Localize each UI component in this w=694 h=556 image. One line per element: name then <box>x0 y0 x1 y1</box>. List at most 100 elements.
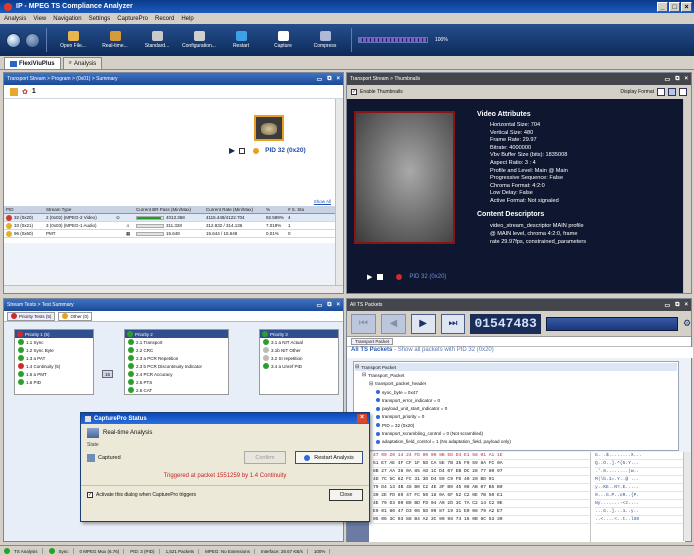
video-thumbnail[interactable] <box>254 115 284 141</box>
hex-ascii[interactable]: ...G..]...1..y.. <box>595 508 685 516</box>
play-icon[interactable]: ▶ <box>229 146 235 155</box>
tree-node[interactable]: PID = 32 (0x20) <box>355 421 677 429</box>
column-header[interactable]: PID <box>4 207 44 212</box>
format-medium-icon[interactable] <box>668 88 676 96</box>
next-packet-button[interactable]: ▶ <box>410 313 436 334</box>
frame-icon[interactable] <box>239 147 246 154</box>
hex-bytes[interactable]: E9 01 80 47 D3 06 5D 09 87 19 31 E0 08 7… <box>373 508 590 516</box>
format-small-icon[interactable] <box>657 88 665 96</box>
restart-button[interactable]: Restart <box>221 31 261 49</box>
test-item[interactable]: 2.3 a PCR Repetition <box>125 354 228 362</box>
hex-bytes[interactable]: 79 D4 13 4B 45 B0 C2 4E 3F B0 45 06 AB 0… <box>373 484 590 492</box>
test-item[interactable]: 1.3 a PAT <box>15 354 93 362</box>
expand-icon[interactable]: ⊟ <box>355 364 359 370</box>
test-item[interactable]: 2.6 CAT <box>125 386 228 394</box>
link-badge[interactable]: 15 <box>102 370 114 378</box>
show-all-link[interactable]: Show All <box>314 199 331 204</box>
open-file-button[interactable]: Open File... <box>53 31 93 49</box>
previous-packet-button[interactable]: ◀ <box>380 313 406 334</box>
undock-icon[interactable]: ⧉ <box>675 302 679 309</box>
test-item[interactable]: 2.5 PTS <box>125 378 228 386</box>
activate-checkbox[interactable]: ✓ <box>87 492 93 498</box>
compress-button[interactable]: Compress <box>305 31 345 49</box>
hex-bytes[interactable]: 8B 27 AA 36 0A 85 AD 1C D4 07 EB DC 28 7… <box>373 468 590 476</box>
thumbnail-frame[interactable] <box>354 111 455 244</box>
hex-bytes[interactable]: 4D 7C 5C 62 FC 31 3D D4 59 C9 FD 40 20 B… <box>373 476 590 484</box>
column-header[interactable]: Stream Type <box>44 207 114 212</box>
restore-icon[interactable]: ▭ <box>317 302 323 309</box>
hex-ascii[interactable]: G. .$........X... <box>595 452 685 460</box>
test-item[interactable]: 1.6 PID <box>15 378 93 386</box>
hex-ascii[interactable]: 0...G.P..oR..{P. <box>595 492 685 500</box>
dialog-close-button[interactable]: Close <box>329 489 363 501</box>
hex-bytes[interactable]: 4E 79 D3 00 B9 BD FD 04 A0 2D 3C 7A C2 1… <box>373 500 590 508</box>
tree-node[interactable]: payload_unit_start_indicator = 0 <box>355 404 677 412</box>
vertical-scrollbar[interactable] <box>683 452 691 541</box>
back-icon[interactable] <box>6 32 21 48</box>
close-icon[interactable]: × <box>336 302 340 309</box>
tree-node[interactable]: sync_byte = 0x47 <box>355 388 677 396</box>
capture-button[interactable]: Capture <box>263 31 303 49</box>
frame-icon[interactable] <box>377 274 384 280</box>
close-icon[interactable]: × <box>684 76 688 83</box>
restore-icon[interactable]: ▭ <box>665 76 671 83</box>
restore-icon[interactable]: ▭ <box>665 302 671 309</box>
tree-node[interactable]: transport_error_indicator = 0 <box>355 396 677 404</box>
test-item[interactable]: 3.4 a Unref PID <box>260 362 338 370</box>
menu-analysis[interactable]: Analysis <box>4 16 26 22</box>
test-item[interactable]: 3.1 a NIT Actual <box>260 338 338 346</box>
hex-ascii[interactable]: y..KE..N?.E..... <box>595 484 685 492</box>
hex-ascii[interactable]: Ny.......-<z.... <box>595 500 685 508</box>
packet-slider[interactable] <box>545 316 678 331</box>
test-item[interactable]: 3.2 SI repetition <box>260 354 338 362</box>
test-item[interactable]: 2.2 CRC <box>125 346 228 354</box>
column-header[interactable]: Current Rate (Min/Max) <box>204 207 264 212</box>
hex-ascii[interactable]: .'.6........(w.. <box>595 468 685 476</box>
standard-button[interactable]: Standard... <box>137 31 177 49</box>
tab-analysis[interactable]: ⌕ Analysis <box>62 57 103 69</box>
tree-node[interactable]: ⊟ Transport Packet <box>355 363 677 372</box>
real-time-button[interactable]: Real-time... <box>95 31 135 49</box>
menu-help[interactable]: Help <box>181 16 193 22</box>
table-row[interactable]: 33 (0x21) 3 (0x03) (MPEG-1 Audio) ♬ 311.328… <box>4 222 337 230</box>
hex-bytes[interactable]: 51 E7 AE 4F CF 1F 5D CA 5E 7B 35 F9 59 8… <box>373 460 590 468</box>
last-packet-button[interactable]: ⏭ <box>440 313 466 334</box>
hex-ascii[interactable]: ..<....<..t..lS0 <box>595 516 685 524</box>
undock-icon[interactable]: ⧉ <box>327 302 331 309</box>
tree-node[interactable]: adaptation_field_control = 1 (No adaptat… <box>355 438 677 446</box>
menu-capturepro[interactable]: CapturePro <box>117 16 148 22</box>
table-row[interactable]: 96 (0x60) PMT ▦ 15.648 15.644 / 15.648 0.01% 0 <box>4 230 337 238</box>
vertical-scrollbar[interactable] <box>335 99 343 293</box>
close-icon[interactable]: × <box>357 414 367 423</box>
test-item[interactable]: 3.1b NIT Other <box>260 346 338 354</box>
test-item[interactable]: 2.3 b PCR Discontinuity Indicator <box>125 362 228 370</box>
undock-icon[interactable]: ⧉ <box>675 76 679 83</box>
menu-navigation[interactable]: Navigation <box>53 16 81 22</box>
maximize-icon[interactable]: □ <box>669 1 680 12</box>
expand-icon[interactable]: ⊟ <box>362 372 366 378</box>
enable-thumbnails-checkbox[interactable]: ✓ <box>351 89 357 95</box>
expand-icon[interactable]: ⊟ <box>369 381 373 387</box>
hex-bytes[interactable]: 30 2E FD 89 47 FC 50 18 0A 6F 52 C2 0E 7… <box>373 492 590 500</box>
column-header[interactable]: Current BR Pass (Min/Max) <box>134 207 204 212</box>
hex-ascii[interactable]: M|\b.1=.Y..@ ... <box>595 476 685 484</box>
menu-view[interactable]: View <box>33 16 46 22</box>
horizontal-scrollbar[interactable] <box>4 285 343 293</box>
settings-icon[interactable]: ✿ <box>22 88 28 96</box>
test-item[interactable]: 1.1 Sync <box>15 338 93 346</box>
tab-priority-tests[interactable]: Priority Tests (5) <box>7 311 56 321</box>
table-row[interactable]: 32 (0x20) 2 (0x02) (MPEG-2 Video) ⊙ 4013.36… <box>4 214 337 222</box>
close-icon[interactable]: × <box>681 1 692 12</box>
configuration-button[interactable]: Configuration... <box>179 31 219 49</box>
test-item[interactable]: 2.1 Transport <box>125 338 228 346</box>
vertical-scrollbar[interactable] <box>683 99 691 293</box>
tab-transport-packet[interactable]: Transport Packet <box>351 338 394 345</box>
tree-node[interactable]: transport_scrambling_control = 0 (Not sc… <box>355 429 677 437</box>
format-large-icon[interactable] <box>679 88 687 96</box>
close-icon[interactable]: × <box>336 76 340 83</box>
restore-icon[interactable]: ▭ <box>317 76 323 83</box>
tab-other[interactable]: Other (0) <box>58 311 93 321</box>
forward-icon[interactable] <box>25 32 40 48</box>
tab-flexiviuplus[interactable]: FlexiViuPlus <box>4 57 61 69</box>
test-item[interactable]: 1.2 Sync Byte <box>15 346 93 354</box>
